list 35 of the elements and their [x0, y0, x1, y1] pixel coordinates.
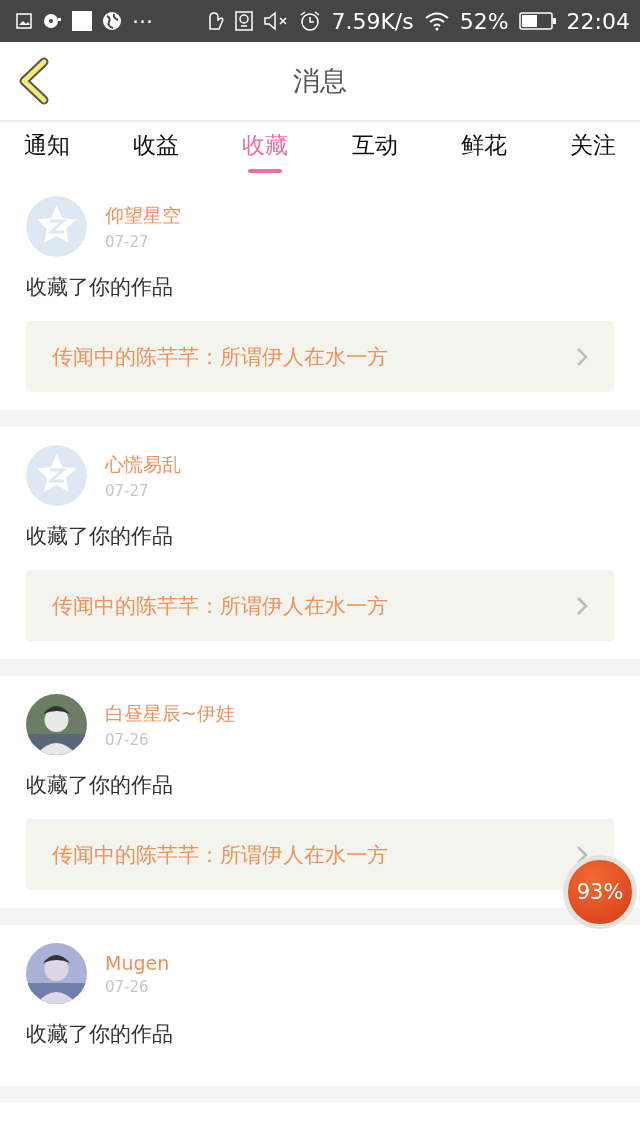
user-name: 白昼星辰~伊娃: [105, 700, 235, 726]
message-text: 收藏了你的作品: [26, 772, 174, 799]
message-date: 07-26: [105, 977, 150, 996]
square-icon: [72, 11, 92, 31]
image-icon: [16, 13, 32, 29]
user-name: 心慌易乱: [105, 451, 181, 477]
default-avatar-icon: [26, 196, 87, 257]
chevron-right-icon: [576, 346, 588, 367]
tab[interactable]: 通知: [24, 122, 70, 176]
message-text: 收藏了你的作品: [26, 1021, 174, 1048]
clock-time: 22:04: [566, 8, 630, 34]
message-text: 收藏了你的作品: [26, 274, 174, 301]
tab[interactable]: 收益: [133, 122, 180, 176]
message-date: 07-26: [105, 730, 150, 749]
user-name: Mugen: [105, 951, 170, 974]
message-date: 07-27: [105, 232, 150, 251]
message-text: 收藏了你的作品: [26, 523, 174, 550]
default-avatar-icon: [26, 445, 87, 506]
more-indicator: ···: [132, 8, 153, 34]
page-title: 消息: [293, 64, 347, 98]
chevron-right-icon: [576, 595, 588, 616]
globe-icon: [102, 11, 122, 31]
battery-icon: [518, 11, 557, 31]
alarm-icon: [299, 10, 322, 32]
battery-percent: 52%: [459, 8, 509, 34]
tab[interactable]: 关注: [569, 122, 616, 176]
user-name: 仰望星空: [105, 202, 181, 228]
glove-icon: [207, 11, 226, 31]
mute-icon: [263, 11, 290, 31]
tab[interactable]: 互动: [351, 122, 398, 176]
wifi-icon: [423, 11, 450, 31]
message-date: 07-27: [105, 481, 150, 500]
disc-icon: [42, 12, 62, 30]
network-speed: 7.59K/s: [331, 8, 414, 34]
tab[interactable]: 鲜花: [460, 122, 507, 176]
